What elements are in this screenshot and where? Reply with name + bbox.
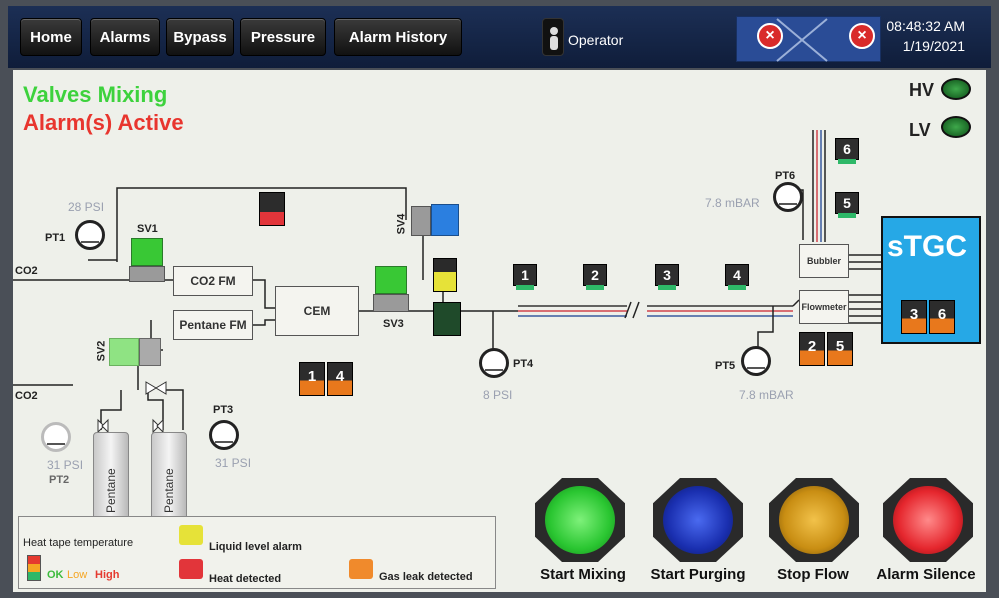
- pt2-gauge[interactable]: [41, 422, 71, 452]
- pt5-gauge[interactable]: [741, 346, 771, 376]
- legend-heat-tape-label: Heat tape temperature: [23, 537, 134, 549]
- heat-detected-legend-icon: [179, 559, 203, 579]
- pt1-value: 28 PSI: [68, 200, 105, 214]
- alarm-silence-button[interactable]: [879, 478, 977, 562]
- cem-unit[interactable]: CEM: [275, 286, 359, 336]
- hv-indicator-lamp: [941, 78, 971, 100]
- stgc-label: sTGC: [887, 230, 968, 263]
- lv-indicator-lamp: [941, 116, 971, 138]
- stgc-detector[interactable]: sTGC 3 6: [881, 216, 981, 344]
- sv2-label: SV2: [95, 340, 108, 362]
- pressure-button[interactable]: Pressure: [240, 18, 326, 56]
- alarms-button[interactable]: Alarms: [90, 18, 160, 56]
- leak-sensor-4[interactable]: 4: [327, 362, 353, 396]
- sv2-valve[interactable]: [109, 338, 139, 366]
- cem-output-block[interactable]: [433, 302, 461, 336]
- legend-low: Low: [67, 569, 88, 581]
- sv1-valve-body: [129, 266, 165, 282]
- alarm-history-button[interactable]: Alarm History: [334, 18, 462, 56]
- start-mixing-label[interactable]: Start Mixing: [523, 566, 643, 583]
- pt2-label: PT2: [49, 474, 70, 486]
- start-mixing-button[interactable]: [531, 478, 629, 562]
- start-purging-label[interactable]: Start Purging: [635, 566, 761, 583]
- heat-sensor-box[interactable]: [259, 192, 285, 226]
- mode-status: Valves Mixing: [23, 82, 168, 107]
- heat-tape-legend-icon: [27, 555, 41, 581]
- bubbler-unit[interactable]: Bubbler: [799, 244, 849, 278]
- pt4-value: 8 PSI: [483, 388, 513, 402]
- leak-sensor-5[interactable]: 5: [827, 332, 853, 366]
- alarm-error-icon-2[interactable]: ×: [849, 23, 875, 49]
- pt3-label: PT3: [213, 404, 234, 416]
- co2-bottom-label: CO2: [15, 390, 38, 402]
- pt6-value: 7.8 mBAR: [705, 196, 760, 210]
- alarm-status: Alarm(s) Active: [23, 110, 184, 135]
- pt6-gauge[interactable]: [773, 182, 803, 212]
- pt1-label: PT1: [45, 232, 66, 244]
- pt3-value: 31 PSI: [215, 456, 252, 470]
- legend-panel: Heat tape temperature OK Low High Liquid…: [18, 516, 496, 589]
- pentane-tank-1-label: Pentane: [104, 468, 118, 513]
- gas-leak-legend-icon: [349, 559, 373, 579]
- sv4-label: SV4: [395, 213, 408, 235]
- sv1-label: SV1: [137, 223, 158, 235]
- bypass-button[interactable]: Bypass: [166, 18, 234, 56]
- heat-tape-4[interactable]: 4: [725, 264, 749, 290]
- sv4-valve[interactable]: [431, 204, 459, 236]
- sv3-label: SV3: [383, 318, 404, 330]
- stop-flow-button[interactable]: [765, 478, 863, 562]
- pt2-value: 31 PSI: [47, 458, 84, 472]
- heat-tape-2[interactable]: 2: [583, 264, 607, 290]
- user-icon[interactable]: [542, 18, 564, 56]
- alarm-banner[interactable]: × ×: [736, 16, 881, 62]
- liquid-level-legend-icon: [179, 525, 203, 545]
- co2-inlet-label: CO2: [15, 265, 38, 277]
- liquid-level-sensor[interactable]: [433, 258, 457, 292]
- legend-high: High: [95, 569, 120, 581]
- heat-tape-3[interactable]: 3: [655, 264, 679, 290]
- pt4-label: PT4: [513, 358, 534, 370]
- pt1-gauge[interactable]: [75, 220, 105, 250]
- sv3-valve-body: [373, 294, 409, 312]
- heat-tape-6[interactable]: 6: [835, 138, 859, 164]
- heat-tape-5[interactable]: 5: [835, 192, 859, 218]
- pt5-label: PT5: [715, 360, 736, 372]
- stop-flow-label[interactable]: Stop Flow: [761, 566, 865, 583]
- pentane-tank-2-label: Pentane: [162, 468, 176, 513]
- pentane-tank-1[interactable]: Pentane: [93, 432, 129, 520]
- leak-sensor-1[interactable]: 1: [299, 362, 325, 396]
- start-purging-button[interactable]: [649, 478, 747, 562]
- leak-sensor-2[interactable]: 2: [799, 332, 825, 366]
- pentane-flowmeter[interactable]: Pentane FM: [173, 310, 253, 340]
- stgc-sensor-6[interactable]: 6: [929, 300, 955, 334]
- legend-liquid-level: Liquid level alarm: [209, 541, 302, 553]
- sv2-valve-body: [139, 338, 161, 366]
- hv-label: HV: [909, 80, 935, 100]
- sv4-valve-body: [411, 206, 431, 236]
- top-toolbar: Home Alarms Bypass Pressure Alarm Histor…: [8, 6, 991, 68]
- legend-ok: OK: [47, 569, 64, 581]
- sv1-valve[interactable]: [131, 238, 163, 266]
- sv3-valve[interactable]: [375, 266, 407, 294]
- operator-label: Operator: [568, 32, 624, 48]
- clock-date: 1/19/2021: [902, 38, 965, 54]
- flowmeter-unit[interactable]: Flowmeter: [799, 290, 849, 324]
- pt5-value: 7.8 mBAR: [739, 388, 794, 402]
- mixing-process-diagram: Valves Mixing Alarm(s) Active HV LV CO2 …: [13, 70, 986, 592]
- pt3-gauge[interactable]: [209, 420, 239, 450]
- clock-time: 08:48:32 AM: [886, 18, 965, 34]
- alarm-error-icon[interactable]: ×: [757, 23, 783, 49]
- pentane-tank-2[interactable]: Pentane: [151, 432, 187, 520]
- legend-gas-leak: Gas leak detected: [379, 571, 473, 583]
- home-button[interactable]: Home: [20, 18, 82, 56]
- pt6-label: PT6: [775, 170, 796, 182]
- lv-label: LV: [909, 120, 931, 140]
- alarm-silence-label[interactable]: Alarm Silence: [867, 566, 985, 583]
- stgc-sensor-3[interactable]: 3: [901, 300, 927, 334]
- co2-flowmeter[interactable]: CO2 FM: [173, 266, 253, 296]
- heat-tape-1[interactable]: 1: [513, 264, 537, 290]
- pt4-gauge[interactable]: [479, 348, 509, 378]
- legend-heat-detected: Heat detected: [209, 573, 282, 585]
